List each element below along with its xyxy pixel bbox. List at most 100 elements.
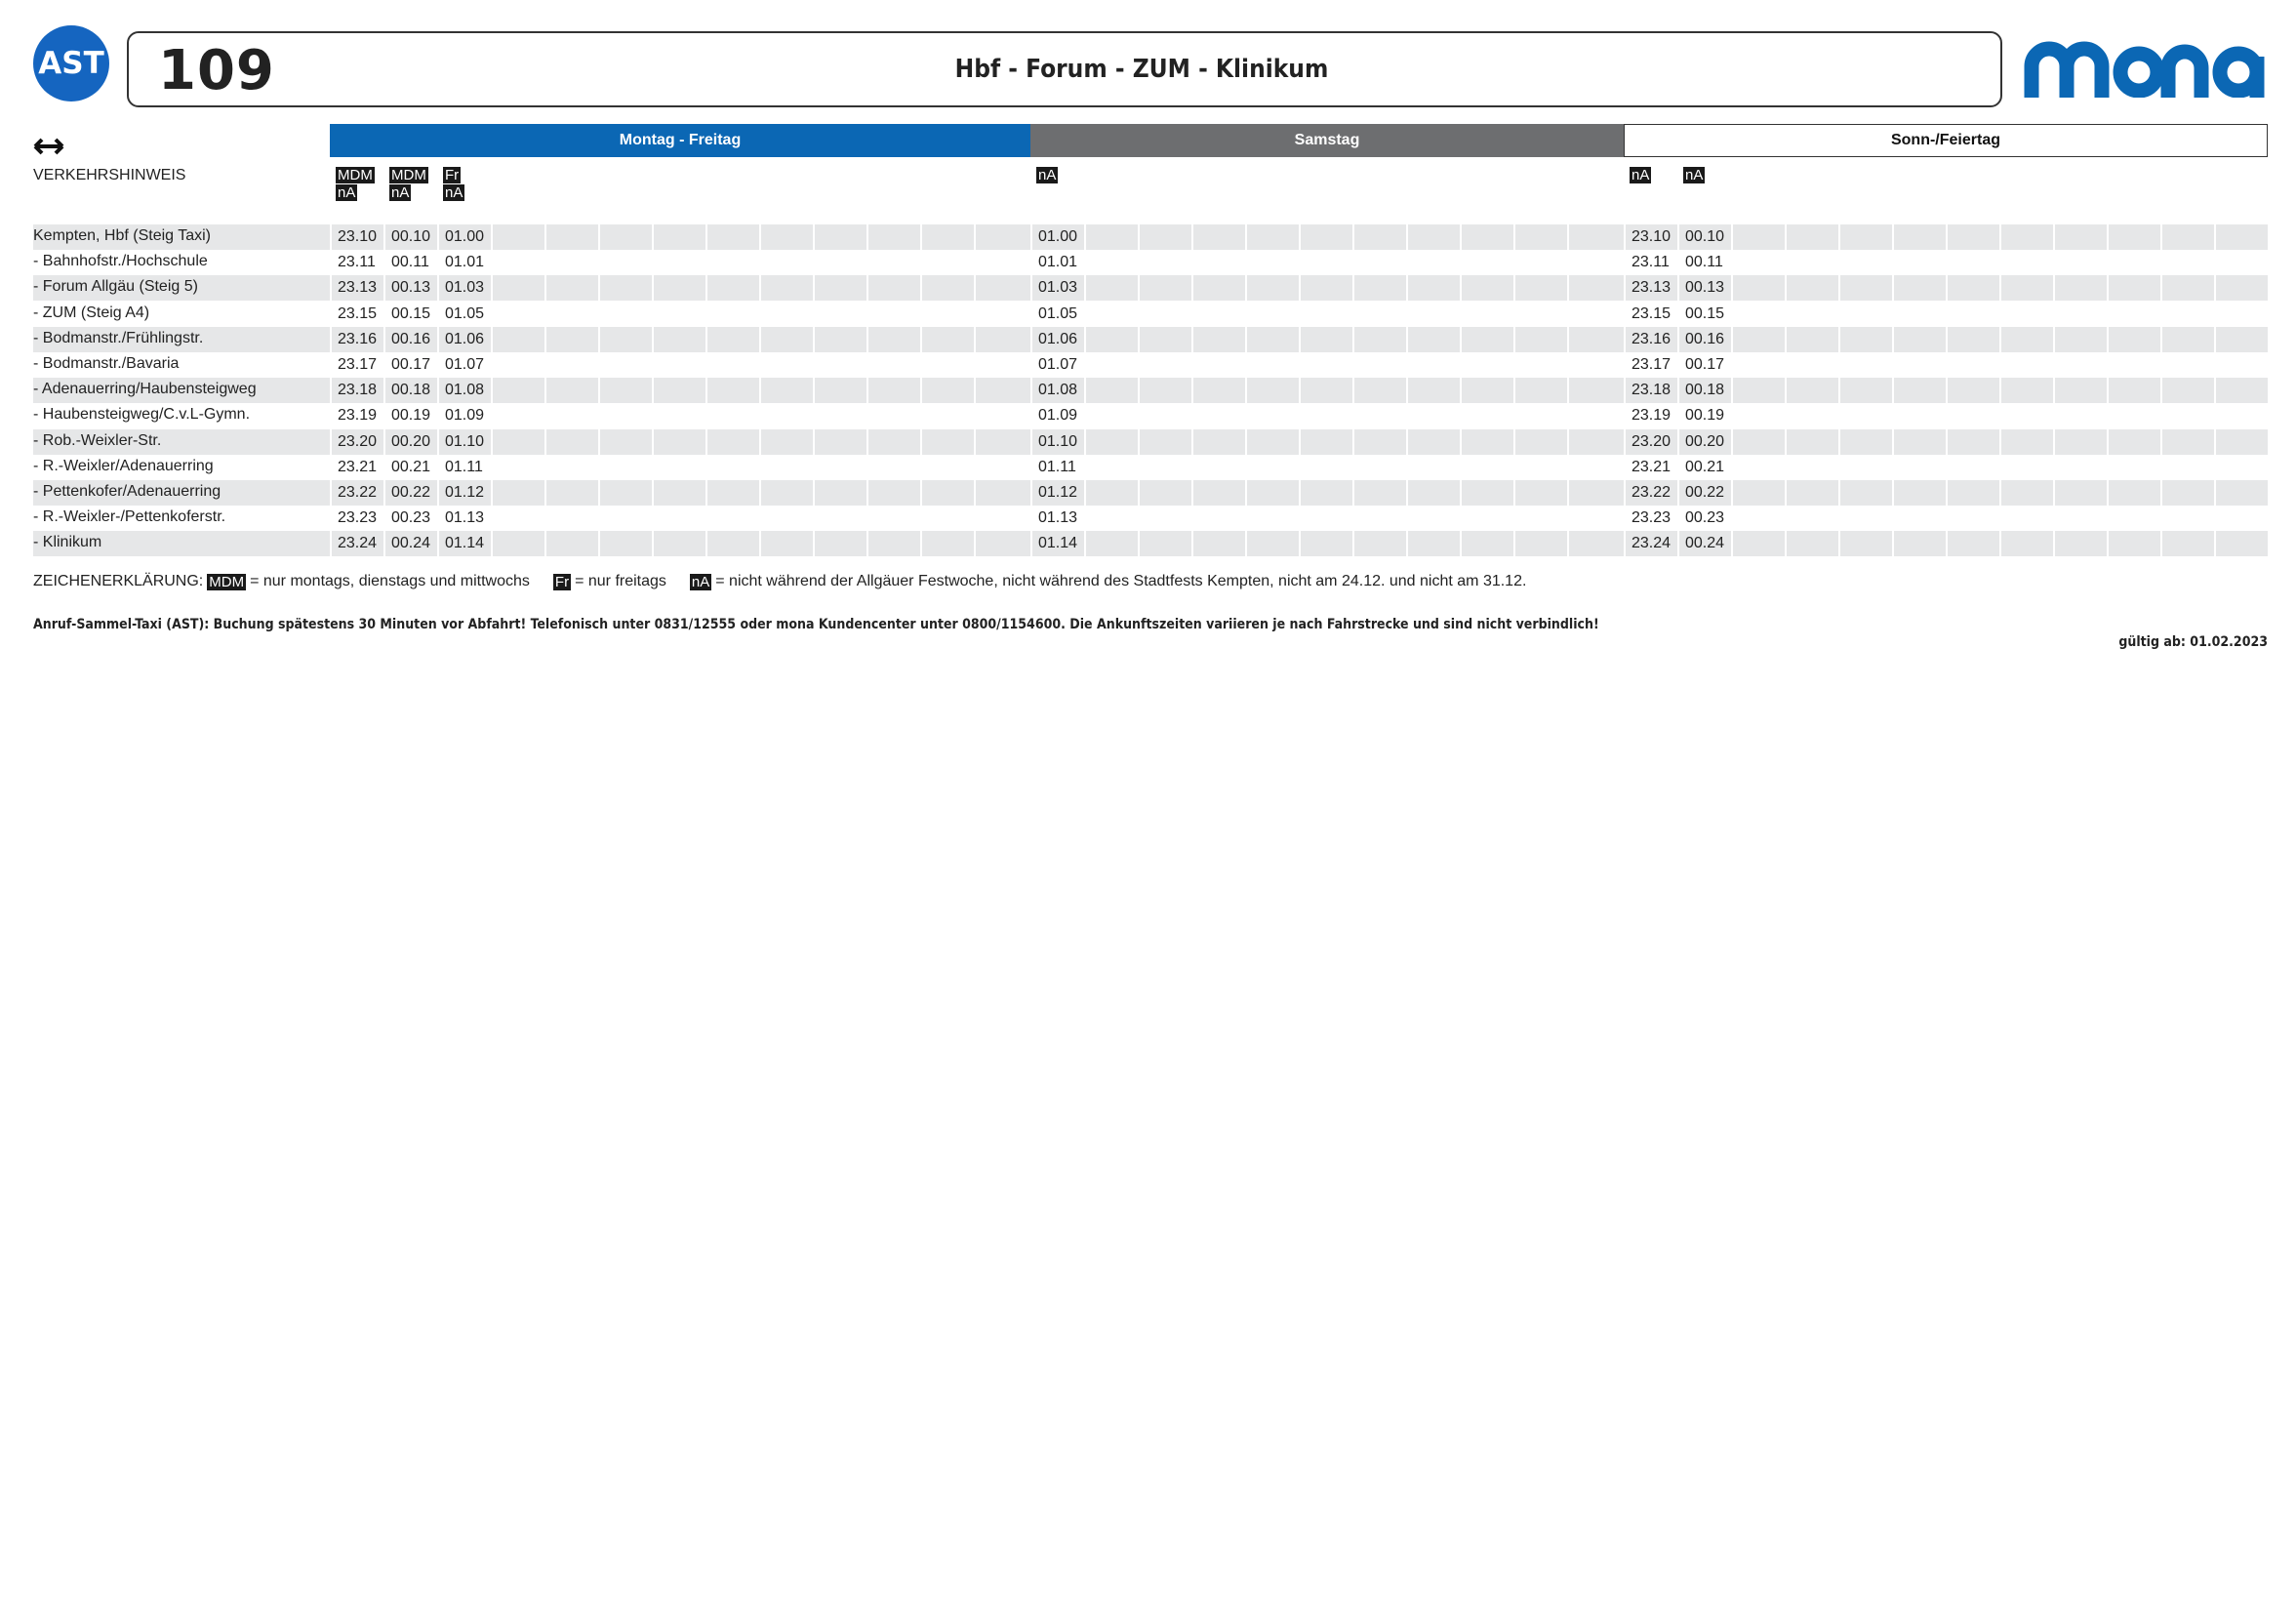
time-cell-sunday <box>2160 378 2214 404</box>
time-cell-sunday <box>1838 378 1892 404</box>
time-cell-sunday <box>2107 250 2160 276</box>
time-cell-saturday <box>1084 275 1138 302</box>
time-cell-sunday <box>1946 480 1999 506</box>
time-cell-weekday <box>920 531 974 557</box>
time-cell-weekday: 23.22 <box>330 480 383 506</box>
time-cell-sunday <box>2107 326 2160 352</box>
time-cell-weekday <box>652 506 705 532</box>
time-cell-saturday <box>1513 378 1567 404</box>
time-cell-saturday <box>1299 378 1352 404</box>
legend-text-fr: = nur freitags <box>575 573 666 589</box>
time-cell-sunday <box>1999 428 2053 455</box>
time-cell-sunday <box>1838 275 1892 302</box>
time-cell-saturday: 01.05 <box>1030 301 1084 327</box>
time-cell-weekday <box>652 454 705 480</box>
time-cell-sunday: 23.15 <box>1624 301 1677 327</box>
time-cell-weekday <box>491 506 544 532</box>
time-cell-saturday <box>1084 480 1138 506</box>
time-cell-weekday <box>866 224 920 250</box>
time-cell-sunday <box>1946 531 1999 557</box>
time-cell-saturday <box>1352 454 1406 480</box>
time-cell-weekday: 01.06 <box>437 326 491 352</box>
time-cell-weekday <box>813 506 866 532</box>
time-cell-sunday <box>1838 352 1892 378</box>
time-cell-sunday <box>2214 506 2268 532</box>
time-cell-weekday <box>598 224 652 250</box>
time-cell-saturday <box>1138 480 1191 506</box>
time-cell-saturday <box>1245 275 1299 302</box>
time-cell-saturday <box>1191 454 1245 480</box>
time-cell-sunday <box>2053 352 2107 378</box>
time-cell-weekday: 01.11 <box>437 454 491 480</box>
time-cell-saturday <box>1352 275 1406 302</box>
time-cell-sunday <box>2160 224 2214 250</box>
time-cell-weekday <box>652 480 705 506</box>
time-cell-weekday <box>705 480 759 506</box>
time-cell-sunday <box>1892 403 1946 429</box>
stop-name: - Haubensteigweg/C.v.L-Gymn. <box>33 406 251 424</box>
time-cell-saturday <box>1513 250 1567 276</box>
time-cell-saturday <box>1513 352 1567 378</box>
time-cell-sunday <box>1731 275 1785 302</box>
time-cell-sunday <box>1999 454 2053 480</box>
time-cell-saturday <box>1352 480 1406 506</box>
time-cell-saturday <box>1191 378 1245 404</box>
time-cell-saturday <box>1567 506 1621 532</box>
time-cell-weekday <box>866 428 920 455</box>
time-cell-saturday <box>1084 250 1138 276</box>
time-cell-saturday <box>1084 224 1138 250</box>
time-cell-weekday: 23.11 <box>330 250 383 276</box>
time-cell-saturday <box>1567 480 1621 506</box>
time-cell-weekday: 23.20 <box>330 428 383 455</box>
time-cell-saturday <box>1084 352 1138 378</box>
time-cell-weekday: 23.21 <box>330 454 383 480</box>
trip-note-sunday-1: nA <box>1683 167 1706 184</box>
time-cell-weekday <box>491 326 544 352</box>
time-cell-weekday <box>705 531 759 557</box>
time-cell-weekday <box>974 378 1027 404</box>
time-cell-weekday <box>920 326 974 352</box>
time-cell-sunday <box>1785 454 1838 480</box>
time-cell-sunday <box>1785 378 1838 404</box>
time-cell-sunday <box>2107 378 2160 404</box>
time-cell-sunday <box>1838 506 1892 532</box>
time-cell-saturday <box>1406 250 1460 276</box>
time-cell-saturday <box>1191 250 1245 276</box>
time-cell-weekday <box>813 403 866 429</box>
time-cell-saturday <box>1513 224 1567 250</box>
time-cell-saturday <box>1084 403 1138 429</box>
time-cell-saturday: 01.12 <box>1030 480 1084 506</box>
time-cell-saturday: 01.14 <box>1030 531 1084 557</box>
stop-name: - Bahnhofstr./Hochschule <box>33 253 208 270</box>
time-cell-weekday <box>920 428 974 455</box>
table-row: - Bahnhofstr./Hochschule 23.11 00.11 01.01 0… <box>33 250 2268 276</box>
time-cell-saturday <box>1406 378 1460 404</box>
time-cell-weekday <box>974 352 1027 378</box>
time-cell-saturday <box>1460 428 1513 455</box>
time-cell-weekday <box>652 326 705 352</box>
time-cell-sunday <box>2160 403 2214 429</box>
time-cell-weekday <box>920 403 974 429</box>
time-cell-weekday <box>652 531 705 557</box>
time-cell-sunday <box>1946 352 1999 378</box>
time-cell-weekday <box>705 403 759 429</box>
time-cell-sunday <box>1785 506 1838 532</box>
time-cell-sunday <box>1785 480 1838 506</box>
time-cell-saturday <box>1352 352 1406 378</box>
time-cell-weekday <box>974 454 1027 480</box>
time-cell-saturday <box>1138 250 1191 276</box>
trip-note-tag: MDM <box>389 167 428 183</box>
stop-name: - Rob.-Weixler-Str. <box>33 431 162 449</box>
time-cell-weekday: 23.24 <box>330 531 383 557</box>
time-cell-sunday: 23.22 <box>1624 480 1677 506</box>
time-cell-saturday <box>1138 326 1191 352</box>
mona-logo <box>2024 41 2265 98</box>
time-cell-sunday <box>1999 326 2053 352</box>
time-cell-weekday <box>491 275 544 302</box>
stop-name: - Forum Allgäu (Steig 5) <box>33 278 198 296</box>
time-cell-sunday <box>2053 326 2107 352</box>
time-cell-weekday <box>974 224 1027 250</box>
time-cell-weekday <box>974 428 1027 455</box>
time-cell-weekday <box>544 428 598 455</box>
time-cell-saturday <box>1138 531 1191 557</box>
